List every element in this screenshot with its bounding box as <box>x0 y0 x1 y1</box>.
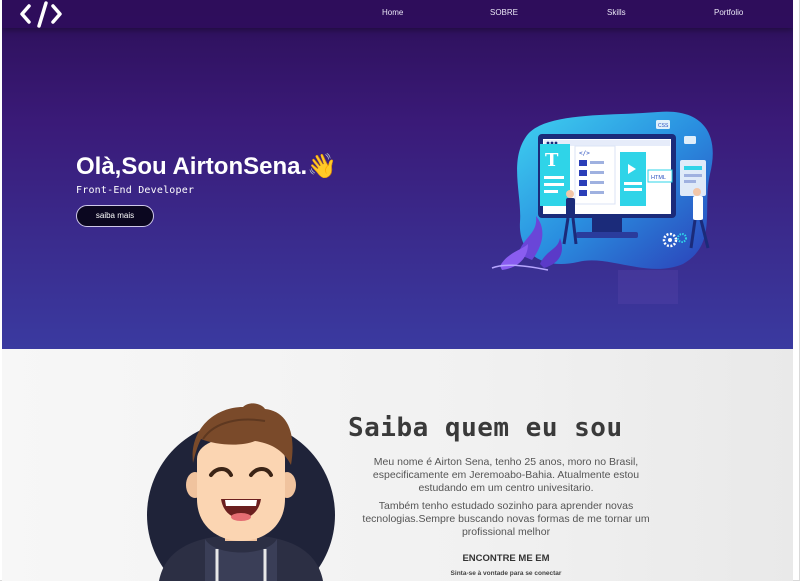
developer-illustration: T </> HTML CSS <box>491 111 713 271</box>
about-title: Saiba quem eu sou <box>348 413 623 443</box>
about-paragraph-intro: Meu nome é Airton Sena, tenho 25 anos, m… <box>372 456 640 494</box>
nav-link-portfolio[interactable]: Portfolio <box>714 8 743 17</box>
about-section: Saiba quem eu sou Meu nome é Airton Sena… <box>2 349 793 581</box>
saiba-mais-button[interactable]: saiba mais <box>76 205 154 227</box>
code-tag-label: </> <box>579 150 590 157</box>
wave-hand-icon: 👋 <box>307 153 338 180</box>
hero-title: Olà,Sou AirtonSena.👋 <box>76 152 337 181</box>
connect-heading: ENCONTRE ME EM <box>462 553 550 564</box>
about-paragraph-studies: Também tenho estudado sozinho para apren… <box>362 500 650 538</box>
hero-section: Home SOBRE Skills Portfolio Olà,Sou Airt… <box>2 0 793 349</box>
svg-text:T: T <box>545 150 559 171</box>
decorative-shape <box>618 270 678 304</box>
nav-link-sobre[interactable]: SOBRE <box>490 8 518 17</box>
css-tag-label: CSS <box>658 123 669 129</box>
nav-link-skills[interactable]: Skills <box>607 8 626 17</box>
hero-subtitle: Front-End Developer <box>76 185 195 196</box>
code-logo-icon[interactable] <box>20 0 64 28</box>
avatar <box>147 403 335 581</box>
nav-link-home[interactable]: Home <box>382 8 403 17</box>
html-tag-label: HTML <box>651 175 666 181</box>
connect-subtitle: Sinta-se à vontade para se conectar <box>450 570 562 577</box>
navbar: Home SOBRE Skills Portfolio <box>2 0 793 28</box>
hero-title-text: Olà,Sou AirtonSena. <box>76 153 308 180</box>
